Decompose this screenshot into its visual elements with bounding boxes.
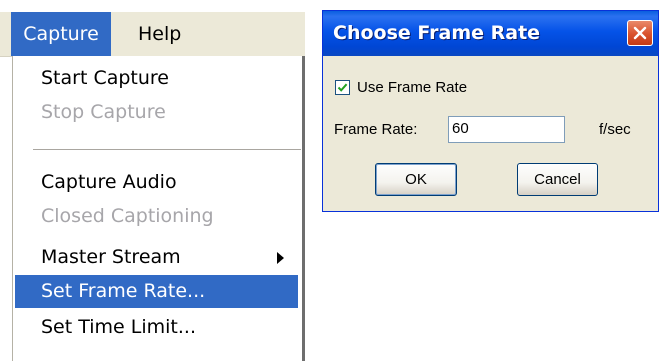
frame-rate-input[interactable]: 60 bbox=[448, 116, 565, 143]
menu-item-master-stream[interactable]: Master Stream bbox=[15, 241, 298, 274]
menu-item-set-time-limit[interactable]: Set Time Limit... bbox=[15, 311, 298, 344]
frame-rate-unit: f/sec bbox=[599, 121, 631, 138]
menu-item-stop-capture: Stop Capture bbox=[15, 96, 298, 129]
menu-item-label: Stop Capture bbox=[41, 101, 166, 123]
frame-rate-label: Frame Rate: bbox=[334, 121, 418, 138]
cancel-button[interactable]: Cancel bbox=[517, 163, 598, 196]
use-frame-rate-checkbox[interactable] bbox=[335, 80, 350, 95]
menu-item-label: Capture Audio bbox=[41, 171, 177, 193]
menu-item-capture-audio[interactable]: Capture Audio bbox=[15, 166, 298, 199]
menu-bar: Capture Help bbox=[0, 12, 305, 57]
menu-item-closed-captioning: Closed Captioning bbox=[15, 200, 298, 233]
menu-item-label: Start Capture bbox=[41, 67, 169, 89]
capture-menu-dropdown: Start Capture Stop Capture Capture Audio… bbox=[12, 56, 305, 361]
menu-item-set-frame-rate[interactable]: Set Frame Rate... bbox=[15, 275, 298, 308]
ok-button[interactable]: OK bbox=[375, 163, 457, 196]
menu-item-label: Closed Captioning bbox=[41, 205, 214, 227]
close-icon bbox=[633, 26, 647, 40]
close-button[interactable] bbox=[627, 20, 653, 46]
menu-capture[interactable]: Capture bbox=[11, 12, 111, 56]
dialog-titlebar[interactable]: Choose Frame Rate bbox=[323, 11, 658, 56]
checkmark-icon bbox=[337, 83, 348, 92]
dialog-title: Choose Frame Rate bbox=[333, 22, 541, 44]
use-frame-rate-label[interactable]: Use Frame Rate bbox=[357, 78, 467, 98]
menu-help[interactable]: Help bbox=[130, 12, 189, 56]
menu-item-start-capture[interactable]: Start Capture bbox=[15, 62, 298, 95]
menu-separator bbox=[33, 149, 301, 151]
menu-item-label: Master Stream bbox=[41, 246, 181, 268]
chevron-right-icon bbox=[277, 252, 284, 264]
menu-item-label: Set Frame Rate... bbox=[41, 280, 206, 302]
choose-frame-rate-dialog: Choose Frame Rate Use Frame Rate Frame R… bbox=[322, 10, 659, 212]
menu-item-label: Set Time Limit... bbox=[41, 316, 196, 338]
